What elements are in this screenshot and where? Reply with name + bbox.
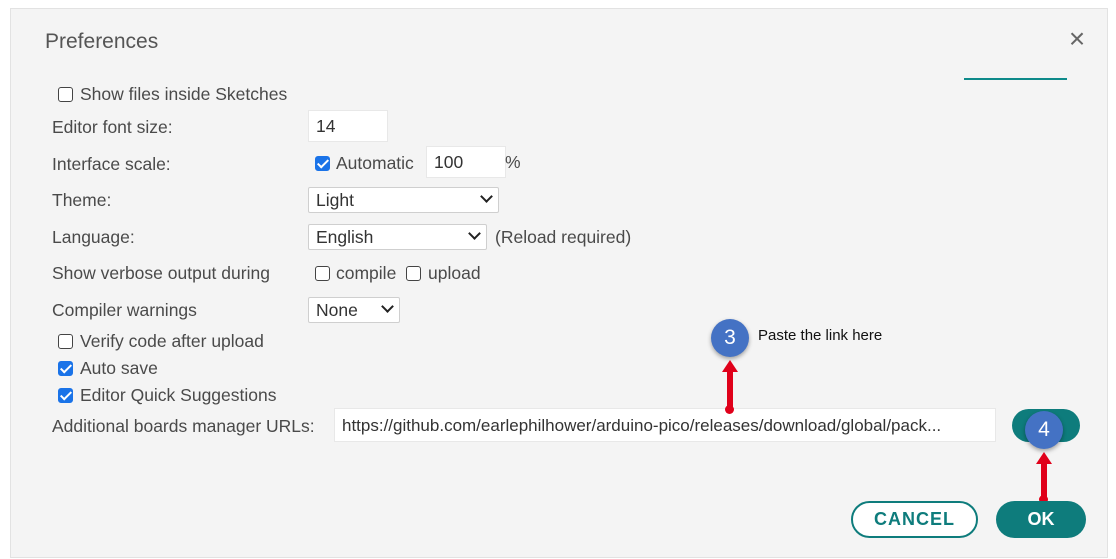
interface-scale-input[interactable]: 100 [426, 146, 506, 178]
auto-save-checkbox[interactable] [58, 361, 73, 376]
font-size-label: Editor font size: [52, 117, 173, 137]
step-4-badge: 4 [1025, 411, 1063, 449]
auto-save-label: Auto save [80, 358, 158, 378]
compiler-warnings-select[interactable]: None [308, 297, 400, 323]
reload-note: (Reload required) [495, 227, 632, 247]
quick-suggestions-checkbox[interactable] [58, 388, 73, 403]
close-icon[interactable]: × [1064, 25, 1090, 53]
verbose-label: Show verbose output during [52, 263, 270, 283]
interface-scale-label: Interface scale: [52, 154, 171, 174]
compile-checkbox[interactable] [315, 266, 330, 281]
dialog-title: Preferences [45, 30, 159, 53]
boards-urls-input[interactable]: https://github.com/earlephilhower/arduin… [334, 408, 996, 442]
upload-label: upload [428, 263, 481, 283]
quick-suggestions-label: Editor Quick Suggestions [80, 385, 277, 405]
show-files-label: Show files inside Sketches [80, 84, 288, 104]
automatic-label: Automatic [336, 153, 414, 173]
chevron-down-icon [468, 227, 481, 240]
chevron-down-icon [381, 300, 394, 313]
step-3-note: Paste the link here [758, 327, 883, 344]
verify-checkbox[interactable] [58, 334, 73, 349]
interface-scale-unit: % [505, 152, 521, 172]
arrow-tail-dot [725, 405, 734, 414]
theme-select-value: Light [316, 190, 354, 210]
ok-button[interactable]: OK [996, 501, 1086, 538]
theme-select[interactable]: Light [308, 187, 499, 213]
cancel-button[interactable]: CANCEL [851, 501, 978, 538]
verify-label: Verify code after upload [80, 331, 264, 351]
compiler-warnings-value: None [316, 300, 358, 320]
compiler-warnings-label: Compiler warnings [52, 300, 197, 320]
arrow-shaft [727, 370, 733, 410]
show-files-checkbox[interactable] [58, 87, 73, 102]
compile-label: compile [336, 263, 397, 283]
step-3-badge: 3 [711, 319, 749, 357]
chevron-down-icon [480, 190, 493, 203]
font-size-input[interactable]: 14 [308, 110, 388, 142]
language-select[interactable]: English [308, 224, 487, 250]
upload-checkbox[interactable] [406, 266, 421, 281]
boards-urls-label: Additional boards manager URLs: [52, 416, 315, 436]
automatic-checkbox[interactable] [315, 156, 330, 171]
language-label: Language: [52, 227, 135, 247]
theme-label: Theme: [52, 190, 112, 210]
language-select-value: English [316, 227, 374, 247]
tab-indicator [964, 78, 1067, 80]
